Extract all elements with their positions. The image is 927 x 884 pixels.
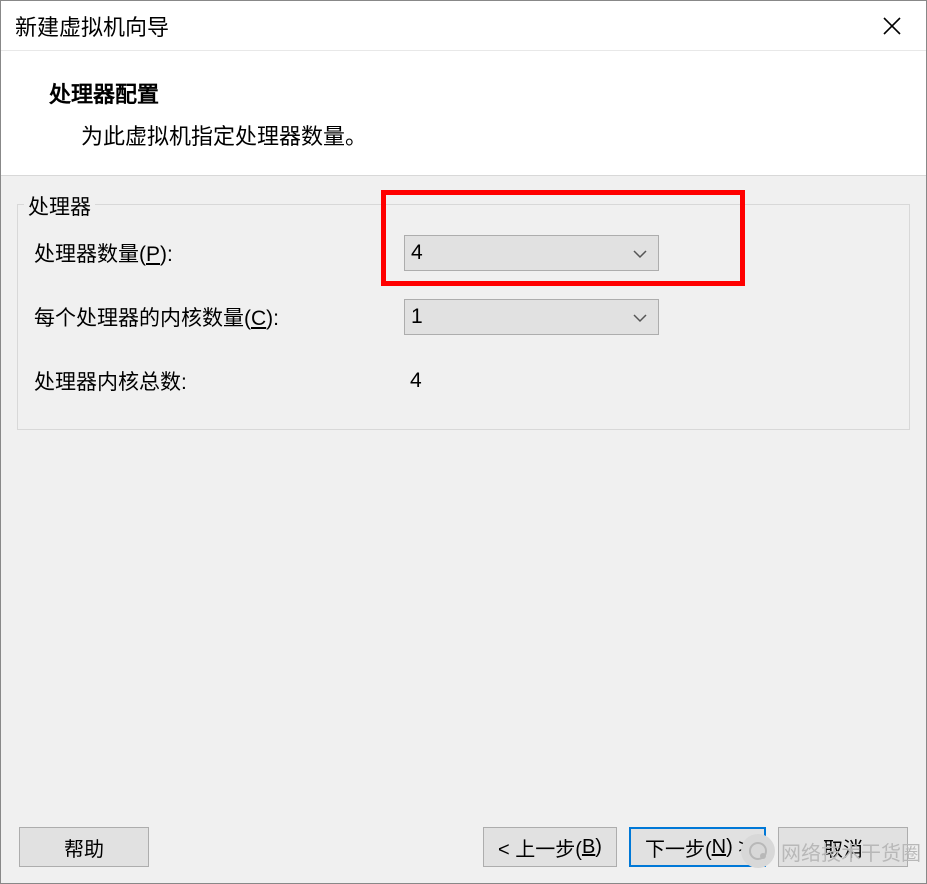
titlebar: 新建虚拟机向导	[1, 1, 926, 51]
row-total-cores: 处理器内核总数: 4	[34, 363, 893, 399]
row-processor-count: 处理器数量(P): 4	[34, 235, 893, 271]
footer: 帮助 < 上一步(B) 下一步(N) > 取消	[1, 811, 926, 883]
page-title: 处理器配置	[49, 77, 878, 109]
combo-processor-count[interactable]: 4	[404, 235, 659, 271]
combo-cores-value: 1	[411, 305, 423, 329]
cancel-button[interactable]: 取消	[778, 827, 908, 867]
close-icon	[882, 16, 902, 36]
label-total-cores: 处理器内核总数:	[34, 366, 404, 396]
wizard-window: 新建虚拟机向导 处理器配置 为此虚拟机指定处理器数量。 处理器 处理器数量(P)…	[0, 0, 927, 884]
chevron-down-icon	[632, 241, 648, 265]
chevron-down-icon	[632, 305, 648, 329]
header-area: 处理器配置 为此虚拟机指定处理器数量。	[1, 51, 926, 175]
next-button[interactable]: 下一步(N) >	[629, 827, 766, 867]
window-title: 新建虚拟机向导	[15, 10, 169, 42]
value-total-cores: 4	[404, 369, 422, 393]
group-label: 处理器	[24, 191, 95, 221]
label-cores-per-processor: 每个处理器的内核数量(C):	[34, 302, 404, 332]
help-button[interactable]: 帮助	[19, 827, 149, 867]
close-button[interactable]	[870, 4, 914, 48]
combo-processor-count-value: 4	[411, 241, 423, 265]
content-area: 处理器 处理器数量(P): 4 每个处理器的内核数量(C): 1	[1, 175, 926, 811]
row-cores-per-processor: 每个处理器的内核数量(C): 1	[34, 299, 893, 335]
processor-group: 处理器 处理器数量(P): 4 每个处理器的内核数量(C): 1	[17, 204, 910, 430]
back-button[interactable]: < 上一步(B)	[483, 827, 617, 867]
page-subtitle: 为此虚拟机指定处理器数量。	[49, 119, 878, 151]
label-processor-count: 处理器数量(P):	[34, 238, 404, 268]
combo-cores-per-processor[interactable]: 1	[404, 299, 659, 335]
